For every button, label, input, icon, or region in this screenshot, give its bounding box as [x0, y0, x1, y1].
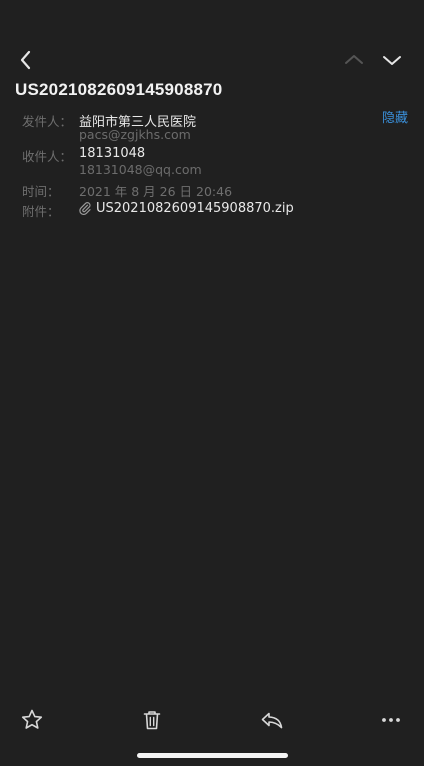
trash-icon: [143, 711, 161, 730]
chevron-left-icon: [20, 50, 31, 70]
attachment-filename: US2021082609145908870.zip: [96, 200, 294, 216]
star-button[interactable]: [18, 706, 46, 734]
reply-button[interactable]: [258, 706, 286, 734]
top-navigation: [0, 38, 424, 78]
sent-time: 2021 年 8 月 26 日 20:46: [79, 184, 233, 199]
to-label: 收件人：: [22, 149, 73, 164]
back-button[interactable]: [12, 46, 40, 74]
bottom-toolbar: [0, 700, 424, 740]
attachment-label: 附件：: [22, 204, 60, 219]
previous-mail-button[interactable]: [340, 46, 368, 74]
sender-email[interactable]: pacs@zgjkhs.com: [79, 127, 191, 142]
mail-subject: US2021082609145908870: [15, 80, 223, 99]
more-icon: [382, 718, 400, 722]
more-button[interactable]: [377, 706, 405, 734]
recipient-name[interactable]: 18131048: [79, 146, 145, 161]
from-label: 发件人：: [22, 114, 73, 129]
delete-button[interactable]: [138, 706, 166, 734]
hide-details-link[interactable]: 隐藏: [382, 107, 408, 126]
attachment-link[interactable]: US2021082609145908870.zip: [78, 199, 294, 217]
mail-detail-screen: US2021082609145908870 隐藏 发件人： 益阳市第三人民医院 …: [0, 0, 424, 766]
star-icon: [21, 709, 43, 729]
chevron-down-icon: [383, 56, 401, 65]
paperclip-icon: [79, 202, 91, 215]
next-mail-button[interactable]: [378, 46, 406, 74]
chevron-up-icon: [345, 55, 363, 64]
home-indicator[interactable]: [137, 753, 288, 758]
reply-icon: [261, 712, 283, 729]
recipient-email[interactable]: 18131048@qq.com: [79, 162, 202, 177]
time-label: 时间：: [22, 184, 60, 199]
